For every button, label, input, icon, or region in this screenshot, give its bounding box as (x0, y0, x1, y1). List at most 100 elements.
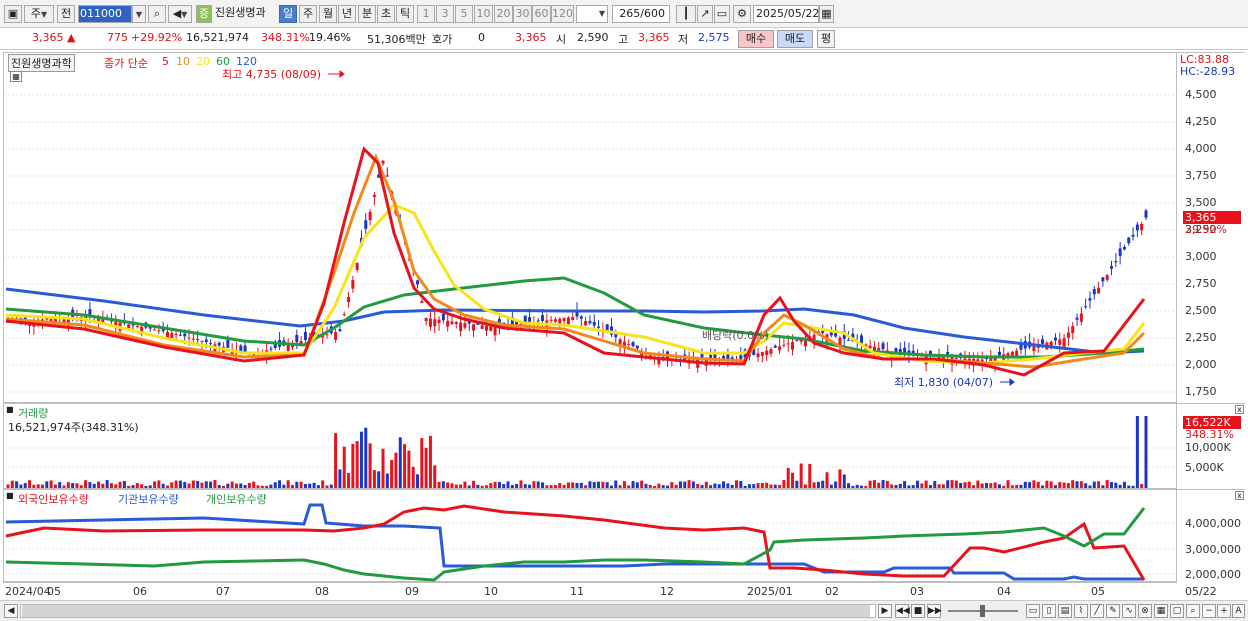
candle-body (1140, 223, 1144, 231)
candle-body (1058, 339, 1062, 345)
interval-custom-select[interactable]: ▼ (576, 5, 608, 23)
interval-5[interactable]: 5 (455, 5, 473, 23)
market-type-select[interactable]: 주▼ (24, 5, 54, 23)
chart-type-icon[interactable]: ⌇ (1074, 604, 1088, 618)
trend-icon[interactable]: ╱ (1090, 604, 1104, 618)
stock-code-dropdown[interactable]: ▼ (132, 5, 146, 23)
period-tab-year[interactable]: 년 (338, 5, 356, 23)
zoom-slider-handle[interactable] (980, 605, 985, 617)
grid-icon[interactable]: ▦ (1154, 604, 1168, 618)
font-size-icon[interactable]: A (1232, 604, 1245, 618)
scroll-right-icon[interactable]: ▶ (878, 604, 892, 618)
interval-3[interactable]: 3 (436, 5, 454, 23)
period-tab-minute[interactable]: 분 (358, 5, 376, 23)
sell-button[interactable]: 매도 (777, 30, 813, 48)
ma-60-line (5, 276, 1145, 359)
volume-close-icon[interactable]: ■ (6, 405, 14, 414)
period-tab-day[interactable]: 일 (279, 5, 297, 23)
interval-120[interactable]: 120 (551, 5, 574, 23)
date-field[interactable]: 2025/05/22 (753, 5, 819, 23)
zoom-icon[interactable]: ⌕ (1186, 604, 1200, 618)
volume-bar (230, 481, 234, 488)
candle-body (1110, 266, 1114, 269)
volume-bar (420, 438, 424, 488)
jeung-badge[interactable]: 증 (196, 5, 212, 23)
prev-button[interactable]: 전 (57, 5, 75, 23)
speaker-icon[interactable]: ◀▼ (168, 5, 192, 23)
count-field[interactable]: 265/600 (612, 5, 670, 23)
search-icon[interactable]: ⌕ (148, 5, 166, 23)
jump-start-icon[interactable]: ◀◀ (895, 604, 910, 618)
stop-icon[interactable]: ■ (911, 604, 925, 618)
interval-1[interactable]: 1 (417, 5, 435, 23)
grid-toggle-icon[interactable]: ▦ (10, 71, 22, 82)
volume-bar (299, 481, 303, 488)
zoom-out-icon[interactable]: − (1202, 604, 1216, 618)
chevron-down-icon: ▼ (135, 10, 143, 19)
volume-bar (351, 443, 355, 488)
holder-panel[interactable]: ■ 외국인보유수량 기관보유수량 개인보유수량 (3, 489, 1178, 582)
price-panel[interactable]: 진원생명과학 종가 단순 5 10 20 60 120 ▦ 최고 4,735 (… (3, 52, 1178, 403)
interval-60[interactable]: 60 (532, 5, 551, 23)
volume-grid (4, 447, 1178, 468)
copy-icon[interactable]: ▤ (1058, 604, 1072, 618)
volume-bar (808, 463, 812, 488)
calendar-icon[interactable]: ▦ (819, 5, 834, 23)
volume-bar (342, 446, 346, 488)
pattern-icon[interactable]: ∿ (1122, 604, 1136, 618)
period-tab-tick[interactable]: 틱 (396, 5, 414, 23)
volume-bar (519, 480, 523, 488)
candle-body (786, 343, 790, 345)
interval-30[interactable]: 30 (513, 5, 532, 23)
volume-ratio: 348.31% (261, 31, 310, 44)
volume-tick: 5,000K (1185, 461, 1224, 474)
split-icon[interactable]: ▯ (1042, 604, 1056, 618)
fit-icon[interactable]: ▢ (1170, 604, 1184, 618)
interval-10[interactable]: 10 (474, 5, 493, 23)
period-label: 일 (282, 7, 294, 20)
candle-body (204, 339, 208, 343)
volume-bar (541, 482, 545, 488)
candle-body (536, 320, 540, 322)
holder-close-icon[interactable]: ■ (6, 491, 14, 500)
gear-icon[interactable]: ⚙ (733, 5, 751, 23)
volume-bar (303, 483, 307, 488)
zoom-in-icon[interactable]: + (1217, 604, 1231, 618)
volume-bar (256, 485, 260, 488)
jump-end-icon[interactable]: ▶▶ (927, 604, 942, 618)
period-tab-month[interactable]: 월 (319, 5, 337, 23)
period-tab-second[interactable]: 초 (377, 5, 395, 23)
candle-body (200, 340, 204, 342)
scrollbar-thumb[interactable] (22, 605, 870, 617)
volume-bar (131, 485, 135, 488)
interval-20[interactable]: 20 (494, 5, 513, 23)
link-icon[interactable]: ⊗ (1138, 604, 1152, 618)
candle-body (760, 352, 764, 356)
volume-panel-close-icon[interactable]: x (1235, 405, 1244, 414)
volume-bar (941, 484, 945, 488)
draw-tool-icon[interactable]: ↗ (697, 5, 713, 23)
volume-panel[interactable]: ■ 거래량 16,521,974주(348.31%) (3, 403, 1178, 489)
scroll-left-icon[interactable]: ◀ (4, 604, 18, 618)
eval-button[interactable]: 평 (817, 30, 835, 48)
draw-icon[interactable]: ✎ (1106, 604, 1120, 618)
stock-code-input[interactable]: 011000 (78, 5, 132, 23)
candle-icon[interactable]: ┃ (676, 5, 696, 23)
period-tab-week[interactable]: 주 (299, 5, 317, 23)
buy-button[interactable]: 매수 (738, 30, 774, 48)
hc-value: HC:-28.93 (1180, 65, 1236, 78)
layout-icon[interactable]: ▭ (1026, 604, 1040, 618)
volume-bar (1028, 482, 1032, 488)
candle-body (765, 350, 769, 356)
volume-bar (972, 485, 976, 488)
candle-body (1127, 237, 1131, 244)
volume-bar (558, 483, 562, 488)
window-icon[interactable]: ▣ (4, 5, 22, 23)
stock-label-box[interactable]: 진원생명과학 (8, 54, 75, 72)
period-label: 년 (341, 7, 353, 20)
volume-bar (6, 484, 10, 488)
volume-bar (713, 483, 717, 488)
save-icon[interactable]: ▭ (714, 5, 730, 23)
interval-label: 1 (422, 7, 430, 20)
holder-panel-close-icon[interactable]: x (1235, 491, 1244, 500)
